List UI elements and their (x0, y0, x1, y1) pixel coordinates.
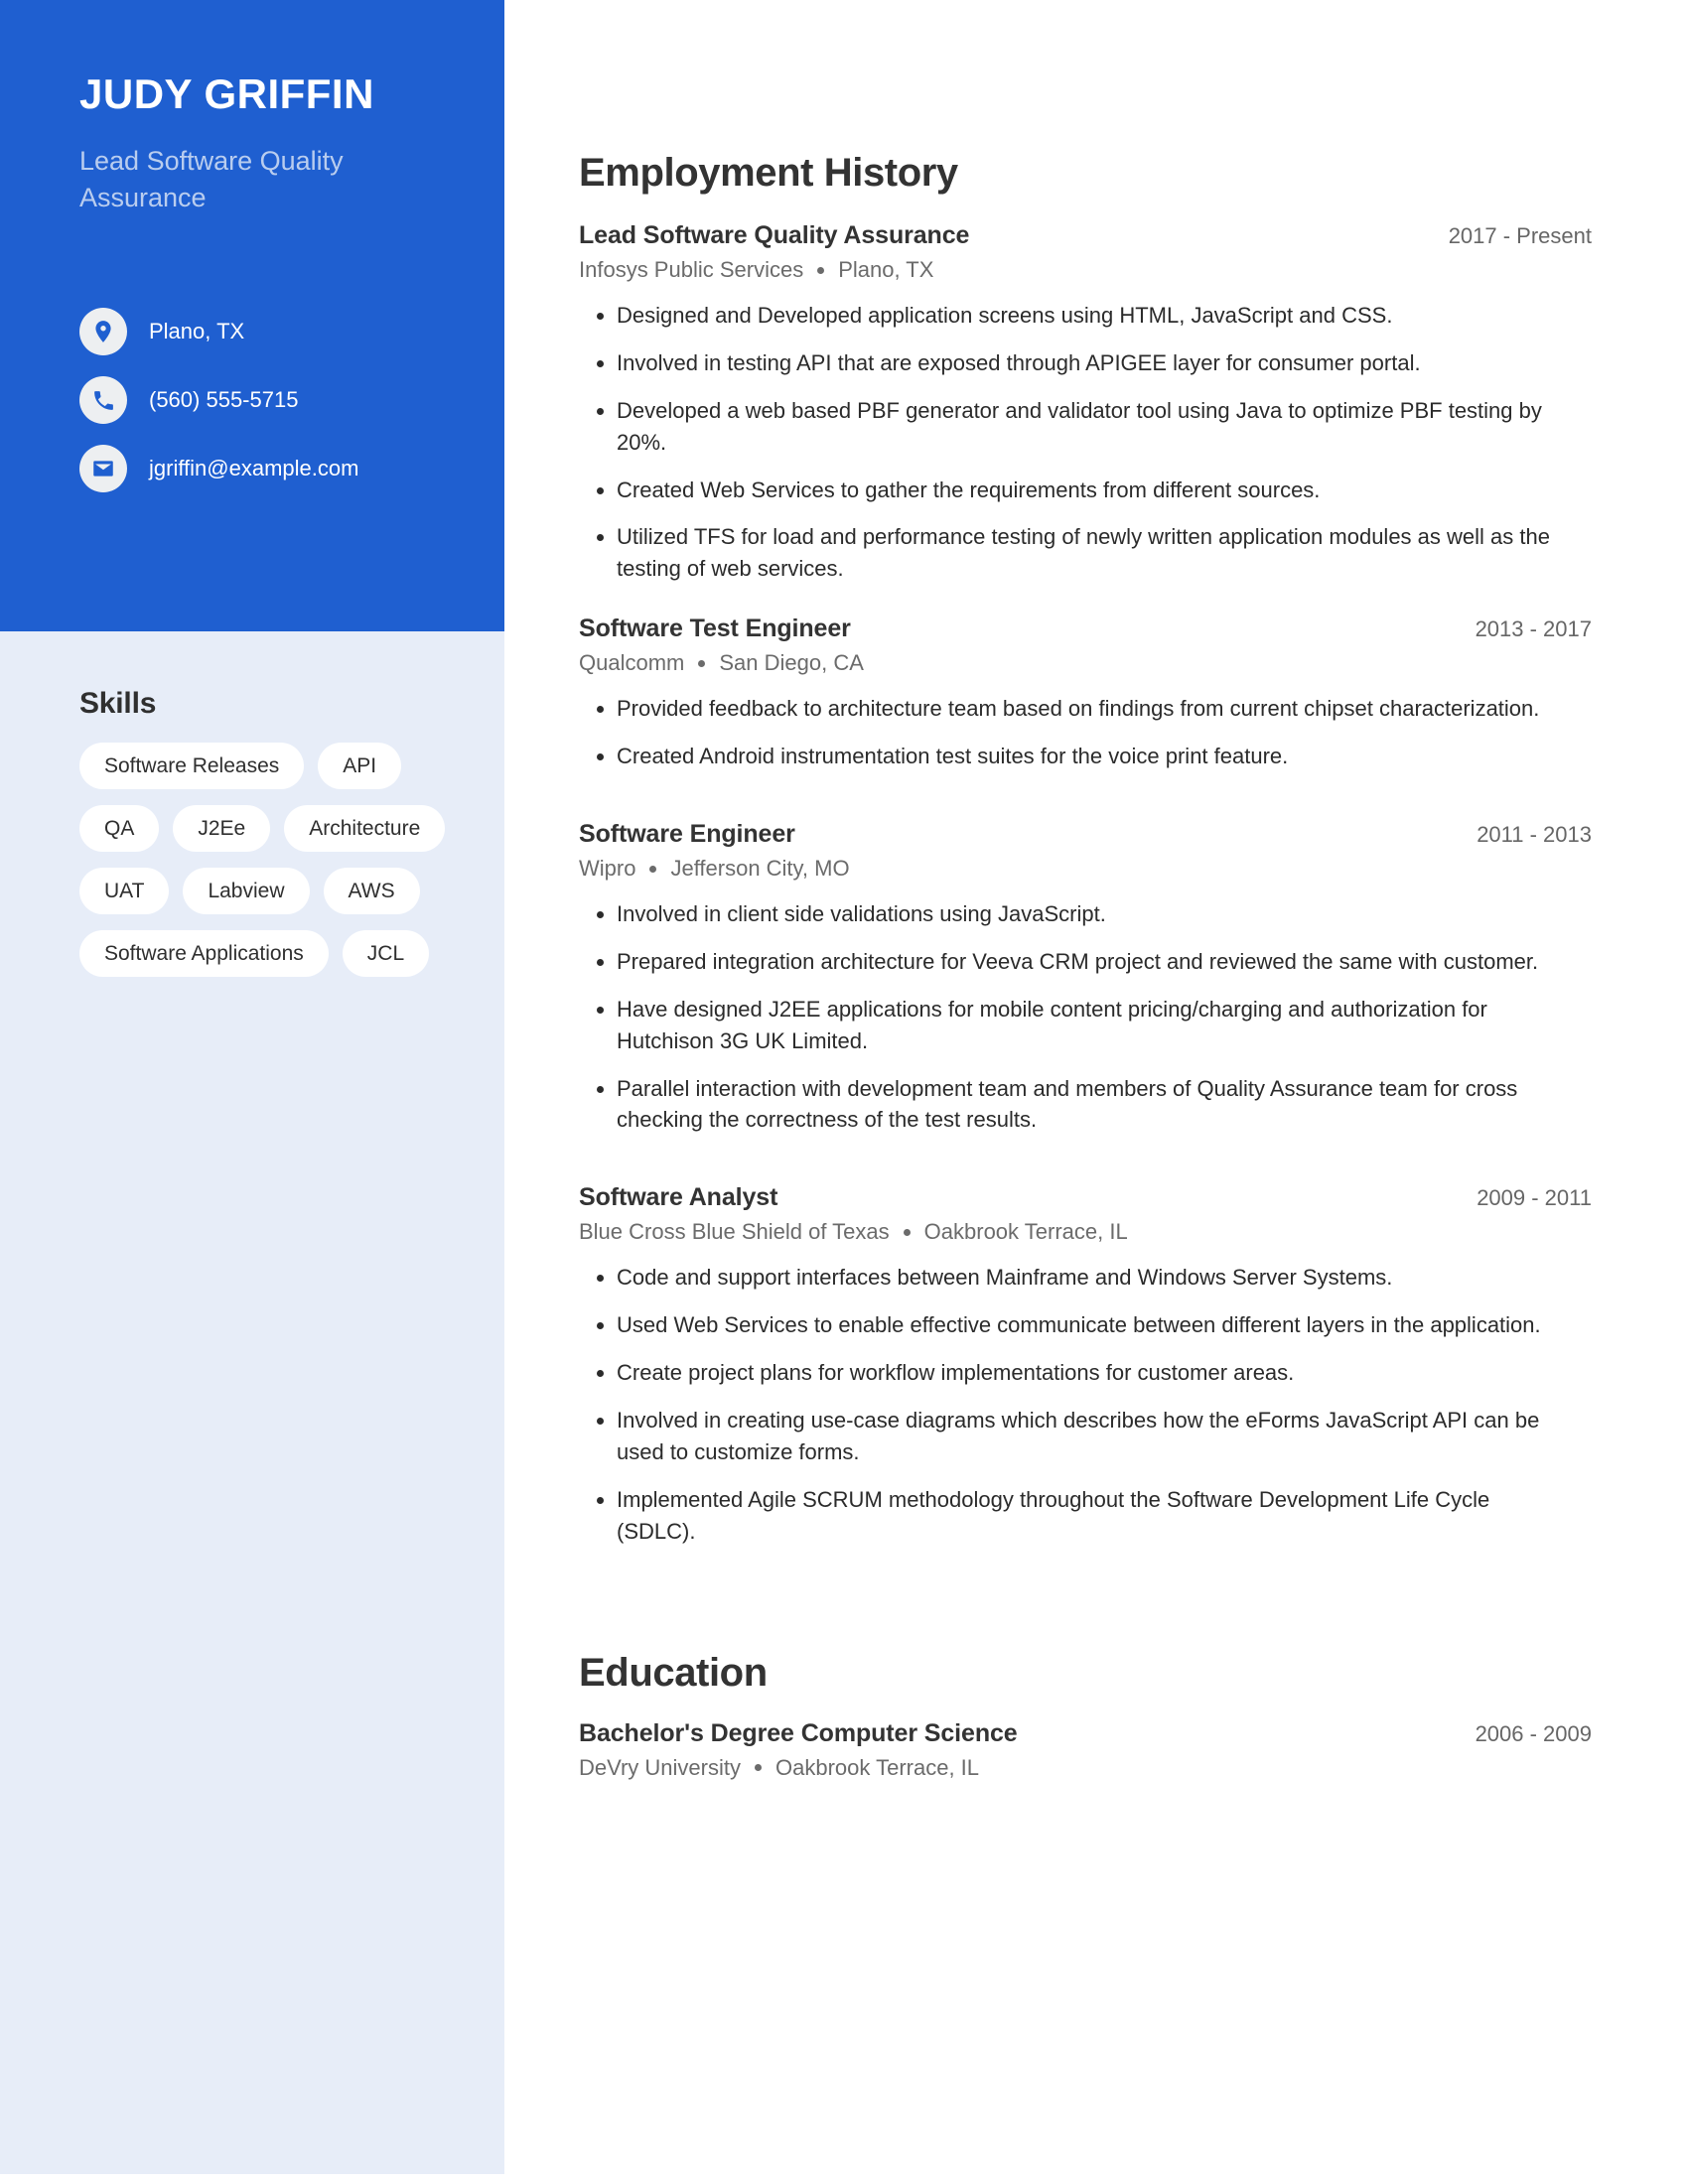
skill-pill: UAT (79, 868, 170, 915)
skill-pill: QA (79, 805, 160, 853)
job-bullet-list: Provided feedback to architecture team b… (579, 693, 1572, 772)
employment-section-title: Employment History (579, 151, 958, 195)
skill-pill: J2Ee (173, 805, 271, 853)
candidate-name: JUDY GRIFFIN (79, 70, 374, 117)
skill-pill: Software Releases (79, 743, 305, 790)
skills-section-title: Skills (79, 687, 157, 720)
job-bullet-list: Code and support interfaces between Main… (579, 1262, 1572, 1547)
job-bullet: Code and support interfaces between Main… (579, 1262, 1572, 1294)
job-location: Jefferson City, MO (670, 856, 850, 882)
job-company: Blue Cross Blue Shield of Texas (579, 1219, 890, 1245)
job-company-location: Wipro Jefferson City, MO (579, 856, 1602, 882)
job-dates: 2009 - 2011 (1477, 1185, 1592, 1211)
separator-dot-icon (698, 659, 706, 667)
contact-item-phone[interactable]: (560) 555-5715 (79, 376, 496, 424)
job-dates: 2017 - Present (1448, 223, 1592, 248)
employment-entry-header: Software Test Engineer 2013 - 2017 (579, 614, 1592, 643)
contact-item-location[interactable]: Plano, TX (79, 308, 496, 355)
sidebar: JUDY GRIFFIN Lead Software Quality Assur… (0, 0, 504, 2174)
phone-icon (79, 376, 127, 424)
envelope-icon (79, 445, 127, 492)
job-bullet: Involved in testing API that are exposed… (579, 347, 1572, 379)
job-bullet: Prepared integration architecture for Ve… (579, 946, 1572, 978)
separator-dot-icon (903, 1228, 911, 1236)
job-company: Wipro (579, 856, 636, 882)
job-bullet-list: Involved in client side validations usin… (579, 898, 1572, 1136)
job-bullet: Designed and Developed application scree… (579, 300, 1572, 332)
employment-entry: Software Engineer 2011 - 2013 Wipro Jeff… (579, 820, 1602, 1136)
school-location-value: Oakbrook Terrace, IL (775, 1754, 980, 1780)
job-role: Software Engineer (579, 820, 795, 849)
job-bullet: Implemented Agile SCRUM methodology thro… (579, 1484, 1572, 1548)
contact-list: Plano, TX (560) 555-5715 jgriffin@exampl… (79, 308, 496, 513)
employment-entry: Lead Software Quality Assurance 2017 - P… (579, 221, 1602, 585)
separator-dot-icon (817, 266, 825, 274)
skills-section: Skills Software Releases API QA J2Ee Arc… (79, 687, 477, 978)
job-bullet: Parallel interaction with development te… (579, 1073, 1572, 1137)
separator-dot-icon (755, 1764, 762, 1772)
education-entry-header: Bachelor's Degree Computer Science 2006 … (579, 1719, 1592, 1748)
job-company-location: Infosys Public Services Plano, TX (579, 257, 1602, 283)
contact-location-value: Plano, TX (149, 319, 245, 343)
job-dates: 2011 - 2013 (1477, 822, 1592, 848)
degree-dates: 2006 - 2009 (1475, 1720, 1592, 1746)
job-bullet: Involved in client side validations usin… (579, 898, 1572, 930)
contact-item-email[interactable]: jgriffin@example.com (79, 445, 496, 492)
skill-pill: API (318, 743, 402, 790)
job-bullet: Involved in creating use-case diagrams w… (579, 1405, 1572, 1468)
employment-entry: Software Test Engineer 2013 - 2017 Qualc… (579, 614, 1602, 772)
job-company: Infosys Public Services (579, 257, 804, 282)
employment-entry-header: Software Analyst 2009 - 2011 (579, 1183, 1592, 1212)
candidate-headline: Lead Software Quality Assurance (79, 146, 344, 213)
skill-pill: Architecture (284, 805, 446, 853)
job-role: Lead Software Quality Assurance (579, 221, 970, 249)
job-location: San Diego, CA (719, 650, 864, 676)
job-location: Plano, TX (838, 257, 934, 282)
job-dates: 2013 - 2017 (1475, 616, 1592, 642)
skills-pill-list: Software Releases API QA J2Ee Architectu… (79, 743, 477, 978)
job-company-location: Qualcomm San Diego, CA (579, 650, 1602, 676)
job-bullet: Provided feedback to architecture team b… (579, 693, 1572, 725)
job-bullet: Created Android instrumentation test sui… (579, 741, 1572, 772)
job-role: Software Test Engineer (579, 614, 851, 643)
skill-pill: JCL (342, 930, 430, 978)
degree-title: Bachelor's Degree Computer Science (579, 1718, 1018, 1747)
job-location: Oakbrook Terrace, IL (923, 1219, 1128, 1245)
location-pin-icon (79, 308, 127, 355)
employment-entry-header: Lead Software Quality Assurance 2017 - P… (579, 221, 1592, 250)
skill-pill: Labview (183, 868, 310, 915)
skill-pill: Software Applications (79, 930, 329, 978)
job-bullet: Used Web Services to enable effective co… (579, 1309, 1572, 1341)
employment-entry: Software Analyst 2009 - 2011 Blue Cross … (579, 1183, 1602, 1547)
resume-page: JUDY GRIFFIN Lead Software Quality Assur… (0, 0, 1688, 2184)
job-company-location: Blue Cross Blue Shield of Texas Oakbrook… (579, 1219, 1602, 1245)
job-bullet: Utilized TFS for load and performance te… (579, 521, 1572, 585)
education-entry: Bachelor's Degree Computer Science 2006 … (579, 1719, 1602, 1781)
employment-entry-header: Software Engineer 2011 - 2013 (579, 820, 1592, 849)
school-location: DeVry University Oakbrook Terrace, IL (579, 1755, 1602, 1781)
job-bullet-list: Designed and Developed application scree… (579, 300, 1572, 585)
skill-pill: AWS (323, 868, 420, 915)
contact-phone-value: (560) 555-5715 (149, 387, 299, 412)
job-bullet: Developed a web based PBF generator and … (579, 395, 1572, 459)
separator-dot-icon (649, 865, 657, 873)
job-company: Qualcomm (579, 650, 685, 676)
contact-email-value: jgriffin@example.com (149, 456, 359, 480)
main-content: Employment History Lead Software Quality… (579, 0, 1602, 1811)
job-bullet: Created Web Services to gather the requi… (579, 475, 1572, 506)
education-section-title: Education (579, 1650, 768, 1695)
job-bullet: Create project plans for workflow implem… (579, 1357, 1572, 1389)
job-bullet: Have designed J2EE applications for mobi… (579, 994, 1572, 1057)
job-role: Software Analyst (579, 1183, 778, 1212)
school-name: DeVry University (579, 1754, 741, 1780)
